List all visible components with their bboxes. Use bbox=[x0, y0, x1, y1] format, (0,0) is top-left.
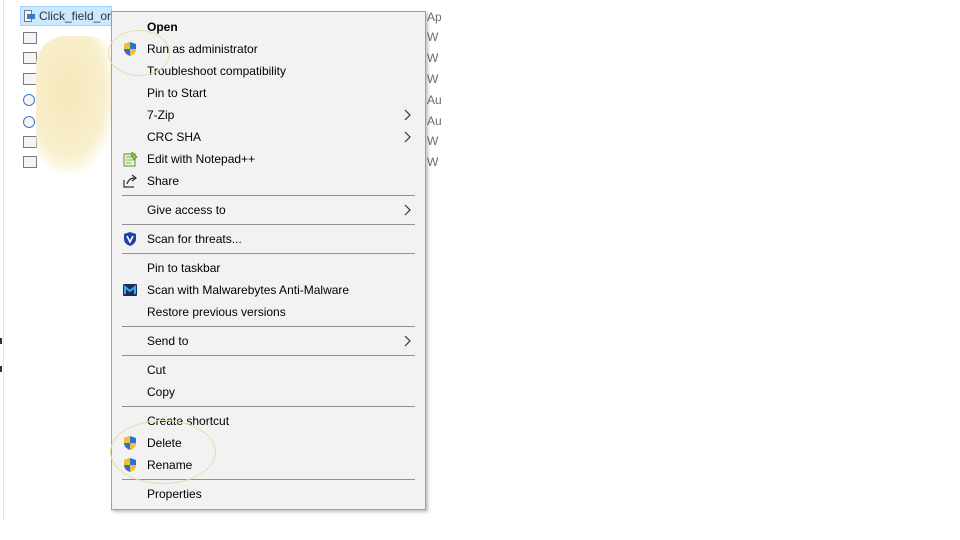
menu-item-label: Rename bbox=[147, 458, 193, 472]
pane-marker bbox=[0, 338, 2, 344]
menu-item-label: Give access to bbox=[147, 203, 226, 217]
menu-separator bbox=[122, 253, 415, 254]
menu-separator bbox=[122, 406, 415, 407]
chevron-right-icon bbox=[404, 204, 411, 216]
file-type-cell: Au bbox=[427, 93, 442, 107]
pane-border bbox=[3, 0, 4, 520]
menu-item-edit-with-notepad[interactable]: Edit with Notepad++ bbox=[114, 148, 423, 170]
context-menu: Open Run as administrator Troubleshoot c… bbox=[108, 11, 426, 510]
file-icon bbox=[23, 73, 37, 85]
menu-item-give-access-to[interactable]: Give access to bbox=[114, 199, 423, 221]
file-type-cell: W bbox=[427, 155, 439, 169]
file-icon bbox=[23, 156, 37, 168]
menu-item-label: Edit with Notepad++ bbox=[147, 152, 256, 166]
file-icon bbox=[23, 136, 37, 148]
uac-shield-icon bbox=[124, 436, 136, 450]
menu-separator bbox=[122, 224, 415, 225]
file-type-cell: W bbox=[427, 51, 439, 65]
antivirus-shield-icon bbox=[124, 232, 136, 246]
menu-item-label: Pin to Start bbox=[147, 86, 207, 100]
file-type-cell: W bbox=[427, 30, 439, 44]
menu-item-label: CRC SHA bbox=[147, 130, 202, 144]
file-name: Click_field_or bbox=[38, 9, 111, 23]
menu-item-share[interactable]: Share bbox=[114, 170, 423, 192]
menu-item-send-to[interactable]: Send to bbox=[114, 330, 423, 352]
menu-separator bbox=[122, 326, 415, 327]
menu-separator bbox=[122, 195, 415, 196]
file-type-cell: W bbox=[427, 72, 439, 86]
pane-marker bbox=[0, 366, 2, 372]
application-file-icon bbox=[24, 10, 35, 22]
file-icon bbox=[23, 116, 35, 128]
notepad-plus-plus-icon bbox=[123, 151, 138, 167]
menu-item-label: Open bbox=[147, 20, 178, 34]
menu-item-open[interactable]: Open bbox=[114, 16, 423, 38]
menu-item-troubleshoot-compatibility[interactable]: Troubleshoot compatibility bbox=[114, 60, 423, 82]
menu-item-7zip[interactable]: 7-Zip bbox=[114, 104, 423, 126]
menu-item-label: Pin to taskbar bbox=[147, 261, 221, 275]
menu-item-label: Scan for threats... bbox=[147, 232, 242, 246]
menu-item-cut[interactable]: Cut bbox=[114, 359, 423, 381]
file-row[interactable] bbox=[20, 28, 44, 48]
menu-item-label: Troubleshoot compatibility bbox=[147, 64, 286, 78]
menu-item-copy[interactable]: Copy bbox=[114, 381, 423, 403]
chevron-right-icon bbox=[404, 335, 411, 347]
chevron-right-icon bbox=[404, 109, 411, 121]
file-type-cell: Ap bbox=[427, 10, 442, 24]
menu-item-label: Share bbox=[147, 174, 180, 188]
menu-item-pin-to-start[interactable]: Pin to Start bbox=[114, 82, 423, 104]
share-icon bbox=[123, 174, 137, 188]
redaction-scribble bbox=[36, 36, 116, 174]
menu-separator bbox=[122, 355, 415, 356]
menu-item-label: Cut bbox=[147, 363, 166, 377]
menu-item-label: Send to bbox=[147, 334, 189, 348]
menu-item-label: Properties bbox=[147, 487, 202, 501]
menu-item-label: Delete bbox=[147, 436, 182, 450]
chevron-right-icon bbox=[404, 131, 411, 143]
menu-item-label: Restore previous versions bbox=[147, 305, 286, 319]
file-type-cell: Au bbox=[427, 114, 442, 128]
menu-item-properties[interactable]: Properties bbox=[114, 483, 423, 505]
file-icon bbox=[23, 32, 37, 44]
menu-item-run-as-administrator[interactable]: Run as administrator bbox=[114, 38, 423, 60]
menu-item-scan-for-threats[interactable]: Scan for threats... bbox=[114, 228, 423, 250]
menu-item-label: Copy bbox=[147, 385, 176, 399]
menu-item-label: Create shortcut bbox=[147, 414, 230, 428]
file-icon bbox=[23, 52, 37, 64]
uac-shield-icon bbox=[124, 42, 136, 56]
menu-separator bbox=[122, 479, 415, 480]
uac-shield-icon bbox=[124, 458, 136, 472]
menu-item-rename[interactable]: Rename bbox=[114, 454, 423, 476]
menu-item-scan-with-malwarebytes[interactable]: Scan with Malwarebytes Anti-Malware bbox=[114, 279, 423, 301]
menu-item-restore-previous-versions[interactable]: Restore previous versions bbox=[114, 301, 423, 323]
menu-item-label: 7-Zip bbox=[147, 108, 175, 122]
file-type-cell: W bbox=[427, 134, 439, 148]
malwarebytes-icon bbox=[123, 284, 137, 296]
menu-item-crc-sha[interactable]: CRC SHA bbox=[114, 126, 423, 148]
menu-item-pin-to-taskbar[interactable]: Pin to taskbar bbox=[114, 257, 423, 279]
menu-item-label: Scan with Malwarebytes Anti-Malware bbox=[147, 283, 350, 297]
file-icon bbox=[23, 94, 35, 106]
menu-item-delete[interactable]: Delete bbox=[114, 432, 423, 454]
menu-item-create-shortcut[interactable]: Create shortcut bbox=[114, 410, 423, 432]
menu-item-label: Run as administrator bbox=[147, 42, 258, 56]
file-row-selected[interactable]: Click_field_or bbox=[20, 6, 112, 26]
